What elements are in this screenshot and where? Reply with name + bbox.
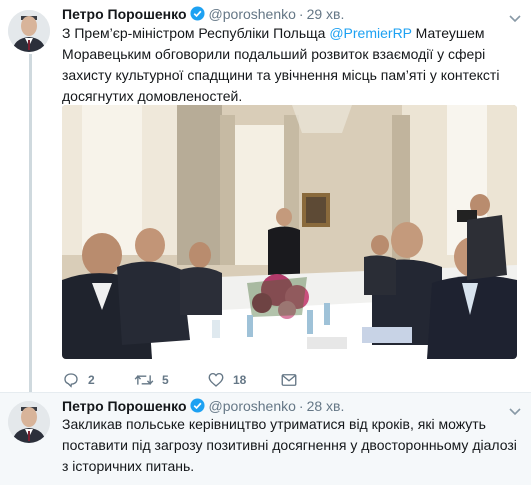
avatar[interactable]: [8, 10, 50, 52]
tweet-header: Петро Порошенко @poroshenko · 29 хв.: [62, 6, 344, 24]
retweet-icon: [134, 371, 154, 389]
tweet-timestamp[interactable]: 29 хв.: [307, 6, 345, 22]
tweet-timestamp[interactable]: 28 хв.: [307, 398, 345, 414]
verified-badge-icon: [190, 6, 205, 24]
tweet-2[interactable]: Петро Порошенко @poroshenko · 28 хв. Заклик…: [0, 393, 531, 485]
author-name[interactable]: Петро Порошенко: [62, 398, 187, 414]
direct-message-icon: [280, 371, 298, 389]
tweet-1[interactable]: Петро Порошенко @poroshenko · 29 хв. З Прем…: [0, 0, 531, 393]
author-handle[interactable]: @poroshenko: [209, 6, 296, 22]
avatar[interactable]: [8, 401, 50, 443]
separator-dot: ·: [298, 6, 304, 22]
tweet-photo[interactable]: [62, 105, 517, 359]
tweet-text: З Прем’єр-міністром Республіки Польща @P…: [62, 23, 520, 107]
reply-count: 2: [88, 373, 95, 387]
heart-icon: [207, 371, 225, 389]
retweet-button[interactable]: 5: [134, 370, 169, 390]
separator-dot: ·: [298, 398, 304, 414]
reply-icon: [62, 371, 80, 389]
tweet-actions: 2 5 18: [62, 370, 522, 390]
author-name[interactable]: Петро Порошенко: [62, 6, 187, 22]
author-handle[interactable]: @poroshenko: [209, 398, 296, 414]
direct-message-button[interactable]: [280, 370, 298, 390]
like-button[interactable]: 18: [207, 370, 246, 390]
retweet-count: 5: [162, 373, 169, 387]
tweet-text: Закликав польське керівництво утриматися…: [62, 416, 517, 474]
reply-button[interactable]: 2: [62, 370, 95, 390]
thread-connector-line: [29, 54, 32, 392]
tweet-text-part-1: З Прем’єр-міністром Республіки Польща: [62, 25, 330, 41]
like-count: 18: [233, 373, 247, 387]
mention-link[interactable]: @PremierRP: [329, 25, 411, 41]
